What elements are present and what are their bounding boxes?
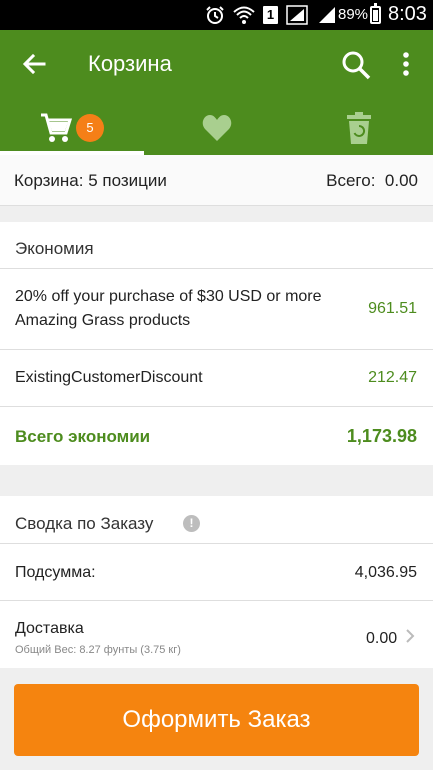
battery-percent: 89% (338, 6, 369, 23)
order-summary-heading: Сводка по Заказу (15, 514, 154, 533)
clock: 8:03 (388, 3, 427, 25)
sim-icon: 1 (263, 6, 278, 24)
cart-count-badge: 5 (76, 114, 104, 142)
shipping-label: Доставка (15, 620, 84, 637)
app-bar: Корзина 5 (0, 30, 433, 155)
savings-total-value: 1,173.98 (346, 426, 417, 446)
order-summary-card: Сводка по Заказу Подсумма: 4,036.95 Дост… (0, 496, 433, 668)
savings-item-label-2: Amazing Grass products (15, 312, 191, 329)
subtotal-value: 4,036.95 (354, 564, 417, 581)
divider (0, 600, 433, 601)
chevron-right-icon[interactable] (405, 628, 415, 644)
more-vert-icon[interactable] (398, 50, 414, 78)
cart-total: Всего: 0.00 (326, 171, 418, 191)
shipping-value: 0.00 (366, 630, 398, 647)
tab-cart[interactable]: 5 (0, 102, 144, 155)
divider (0, 205, 433, 206)
battery-icon (370, 3, 381, 24)
page-title: Корзина (88, 51, 172, 76)
checkout-button[interactable]: Оформить Заказ (14, 684, 419, 756)
savings-heading: Экономия (15, 239, 94, 258)
trash-icon (347, 112, 371, 144)
search-icon[interactable] (340, 49, 372, 81)
heart-icon (202, 115, 232, 141)
divider (0, 406, 433, 407)
checkout-area: Оформить Заказ (0, 668, 433, 770)
divider (0, 268, 433, 269)
savings-card: Экономия 20% off your purchase of $30 US… (0, 222, 433, 465)
wifi-icon (233, 6, 255, 24)
tab-bar: 5 (0, 102, 433, 155)
cart-items-count: Корзина: 5 позиции (14, 171, 167, 190)
divider (0, 349, 433, 350)
cart-total-value: 0.00 (384, 171, 418, 190)
status-icons: 1 (205, 4, 338, 26)
signal-icon-2 (319, 7, 335, 23)
savings-item-value: 961.51 (368, 300, 417, 317)
tab-favorites[interactable] (144, 102, 288, 155)
savings-item-label: 20% off your purchase of $30 USD or more (15, 288, 322, 305)
subtotal-label: Подсумма: (15, 564, 96, 581)
status-bar: 1 89% 8:03 (0, 0, 433, 30)
tab-trash[interactable] (289, 102, 433, 155)
cart-summary-bar: Корзина: 5 позиции Всего: 0.00 (0, 155, 433, 205)
divider (0, 543, 433, 544)
alarm-icon (206, 6, 224, 24)
savings-total-label: Всего экономии (15, 427, 151, 446)
cart-icon (41, 113, 72, 142)
shipping-weight: Общий Вес: 8.27 фунты (3.75 кг) (15, 644, 181, 656)
savings-item-label: ExistingCustomerDiscount (15, 369, 203, 386)
savings-item-value: 212.47 (368, 369, 417, 386)
cart-total-label: Всего: (326, 171, 376, 190)
signal-icon (286, 5, 308, 25)
info-icon[interactable]: ! (183, 515, 200, 532)
back-arrow-icon[interactable] (20, 50, 48, 78)
